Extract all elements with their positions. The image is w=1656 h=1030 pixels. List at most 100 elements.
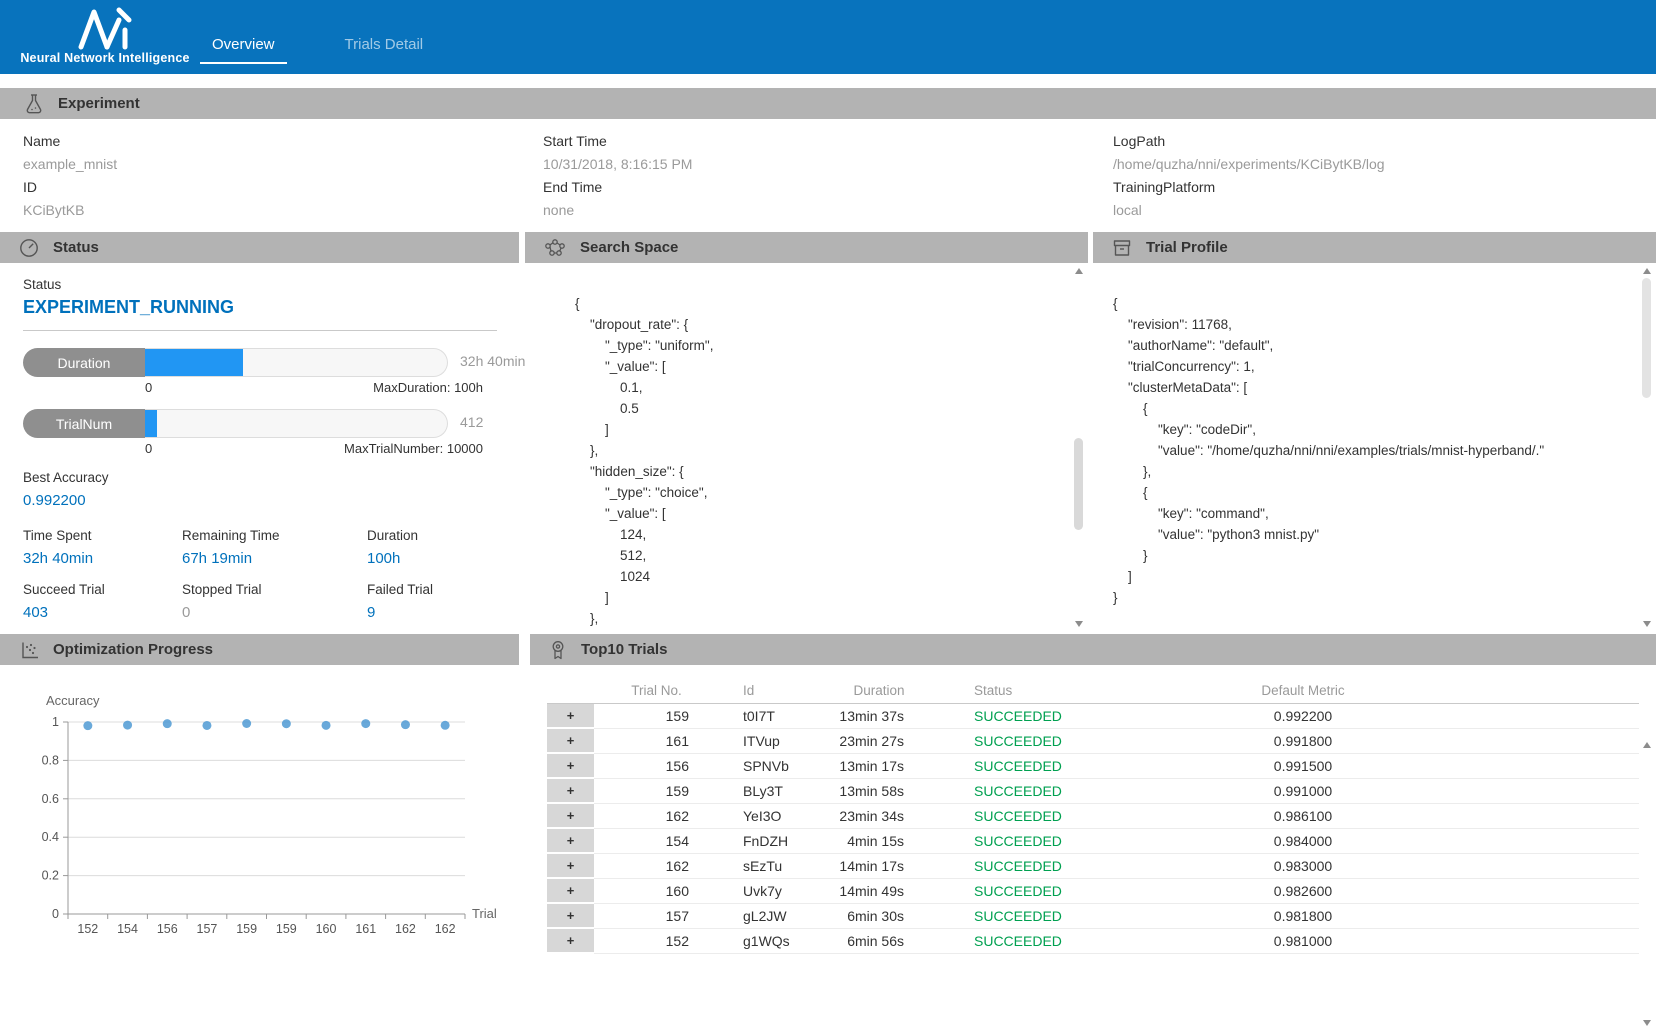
archive-box-icon (1111, 237, 1133, 259)
expand-button[interactable]: + (547, 704, 594, 729)
experiment-details: Nameexample_mnistIDKCiBytKBStart Time10/… (0, 118, 1656, 232)
nni-logo-icon (69, 6, 141, 50)
table-row: +156SPNVb13min 17sSUCCEEDED0.991500 (547, 753, 1639, 778)
trial-id-cell: ITVup (719, 728, 809, 753)
scroll-up-arrow-icon[interactable] (1075, 268, 1083, 274)
expand-button[interactable]: + (547, 853, 594, 878)
expand-button[interactable]: + (547, 803, 594, 828)
stat-label: Remaining Time (182, 528, 367, 543)
scatter-point[interactable] (202, 721, 211, 730)
status-stats: Time Spent32h 40minRemaining Time 67h 19m… (23, 528, 519, 621)
expand-button[interactable]: + (547, 878, 594, 903)
scroll-down-arrow-icon[interactable] (1643, 1020, 1651, 1026)
trialnum-progressbar: TrialNum4120MaxTrialNumber: 10000 (23, 409, 519, 455)
status-cell: SUCCEEDED (949, 903, 1087, 928)
tab-trials-detail[interactable]: Trials Detail (333, 0, 436, 74)
table-row: +160Uvk7y14min 49sSUCCEEDED0.982600 (547, 878, 1639, 903)
field-label: End Time (543, 176, 1003, 199)
trial-no-cell: 160 (594, 878, 719, 903)
experiment-title: Experiment (58, 95, 140, 112)
duration-cell: 13min 17s (809, 753, 949, 778)
top10-table: Trial No.IdDurationStatusDefault Metric … (547, 677, 1639, 954)
trial-profile-scrollbar[interactable] (1641, 268, 1653, 627)
field-label: Start Time (543, 130, 1003, 153)
status-cell: SUCCEEDED (949, 803, 1087, 828)
scatter-point[interactable] (83, 721, 92, 730)
trial-no-cell: 159 (594, 778, 719, 803)
progressbar-fill (145, 349, 243, 376)
field-label: TrainingPlatform (1113, 176, 1573, 199)
expand-button[interactable]: + (547, 728, 594, 753)
scatter-point[interactable] (163, 719, 172, 728)
x-tick-label: 157 (197, 922, 218, 936)
scatter-point[interactable] (361, 719, 370, 728)
scatter-point[interactable] (282, 719, 291, 728)
trial-id-cell: BLy3T (719, 778, 809, 803)
expand-button[interactable]: + (547, 928, 594, 953)
scroll-up-arrow-icon[interactable] (1643, 742, 1651, 748)
duration-cell: 6min 30s (809, 903, 949, 928)
table-row: +159BLy3T13min 58sSUCCEEDED0.991000 (547, 778, 1639, 803)
stat-value: 67h 19min (182, 550, 367, 567)
search-space-scrollbar[interactable] (1073, 268, 1085, 627)
x-axis-name: Trial (472, 906, 497, 921)
scatter-point[interactable] (441, 721, 450, 730)
scroll-down-arrow-icon[interactable] (1643, 621, 1651, 627)
best-accuracy-value: 0.992200 (23, 492, 519, 509)
trial-no-cell: 154 (594, 828, 719, 853)
column-header-Duration: Duration (809, 677, 949, 704)
field-label: Name (23, 130, 483, 153)
column-header-Id: Id (719, 677, 809, 704)
expand-button[interactable]: + (547, 753, 594, 778)
tab-overview[interactable]: Overview (200, 0, 287, 74)
stat-value: 9 (367, 604, 519, 621)
status-cell: SUCCEEDED (949, 853, 1087, 878)
trial-no-cell: 159 (594, 704, 719, 729)
default-metric-cell: 0.992200 (1087, 704, 1639, 729)
y-tick-label: 0.8 (42, 753, 59, 767)
trial-id-cell: FnDZH (719, 828, 809, 853)
duration-cell: 6min 56s (809, 928, 949, 953)
scatter-point[interactable] (123, 721, 132, 730)
stat-remaining-time: Remaining Time 67h 19min (182, 528, 367, 567)
scatter-point[interactable] (322, 721, 331, 730)
top10-scrollbar[interactable] (1641, 742, 1653, 1026)
optimization-section-header: Optimization Progress (0, 634, 519, 665)
trial-id-cell: YeI3O (719, 803, 809, 828)
experiment-column: LogPath/home/quzha/nni/experiments/KCiBy… (1113, 130, 1573, 222)
expand-button[interactable]: + (547, 828, 594, 853)
progressbar-track (145, 348, 448, 377)
stat-time-spent: Time Spent32h 40min (23, 528, 182, 567)
progressbar-value: 32h 40min (460, 353, 525, 369)
trial-profile-section-header: Trial Profile (1093, 232, 1656, 263)
field-value: local (1113, 199, 1573, 222)
experiment-column: Nameexample_mnistIDKCiBytKB (23, 130, 483, 222)
experiment-section-header: Experiment (0, 88, 1656, 119)
scatter-point[interactable] (401, 720, 410, 729)
expand-button[interactable]: + (547, 903, 594, 928)
navbar: Neural Network Intelligence OverviewTria… (0, 0, 1656, 74)
stat-duration: Duration100h (367, 528, 519, 567)
trial-id-cell: Uvk7y (719, 878, 809, 903)
expand-button[interactable]: + (547, 778, 594, 803)
best-accuracy-label: Best Accuracy (23, 470, 519, 485)
x-tick-label: 160 (316, 922, 337, 936)
x-tick-label: 152 (77, 922, 98, 936)
scroll-up-arrow-icon[interactable] (1643, 268, 1651, 274)
top10-trials-panel: Top10 Trials Trial No.IdDurationStatusDe… (530, 634, 1656, 1030)
column-header-Status: Status (949, 677, 1087, 704)
stat-label: Time Spent (23, 528, 182, 543)
flask-icon (23, 93, 45, 115)
stat-stopped-trial: Stopped Trial0 (182, 582, 367, 621)
field-value: example_mnist (23, 153, 483, 176)
stat-label: Duration (367, 528, 519, 543)
duration-cell: 13min 58s (809, 778, 949, 803)
scroll-down-arrow-icon[interactable] (1075, 621, 1083, 627)
scrollbar-thumb[interactable] (1074, 438, 1083, 530)
progressbar: Duration (23, 348, 448, 377)
scrollbar-thumb[interactable] (1642, 278, 1651, 398)
status-cell: SUCCEEDED (949, 753, 1087, 778)
optimization-progress-panel: Optimization Progress 00.20.40.60.811521… (0, 634, 519, 1030)
scatter-point[interactable] (242, 719, 251, 728)
default-metric-cell: 0.984000 (1087, 828, 1639, 853)
